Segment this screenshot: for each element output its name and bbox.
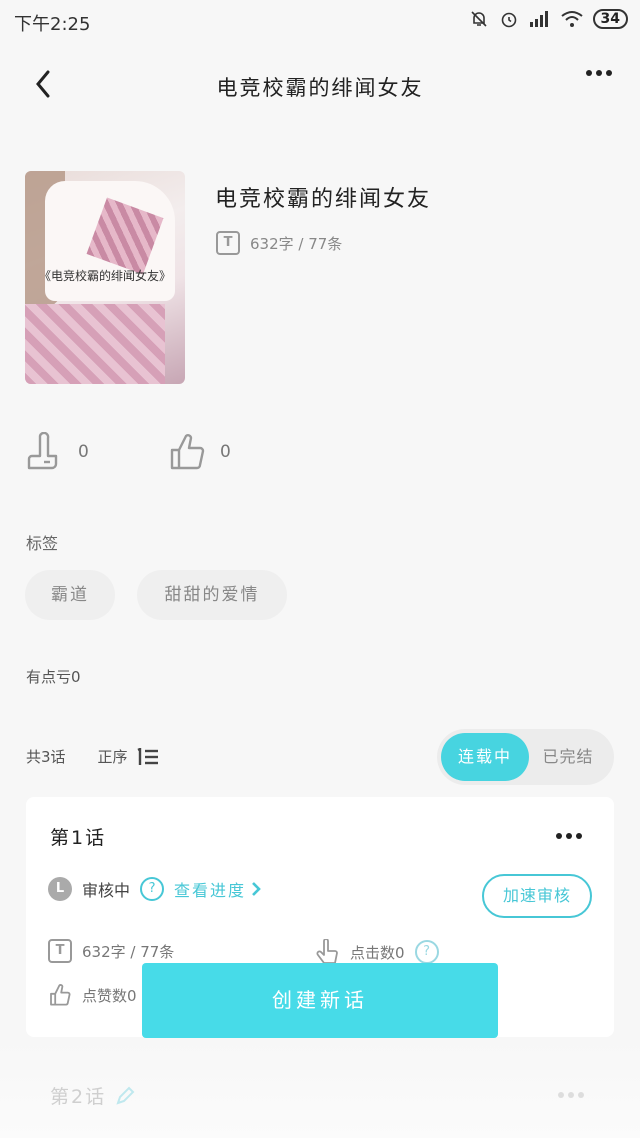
speed-review-button[interactable]: 加速审核 [482,874,592,918]
chevron-right-icon [252,882,261,896]
status-badge: L [48,877,72,901]
page-title: 电竞校霸的绯闻女友 [216,76,424,100]
review-status: 审核中 [82,881,131,900]
like-count-label: 点赞数0 [82,986,137,1005]
view-progress-label: 查看进度 [174,881,247,900]
thumbs-up-icon [170,434,205,470]
battery-indicator: 34 [592,9,628,29]
episode-count: 共3话 [26,748,66,766]
help-icon[interactable]: ? [140,877,165,901]
sort-label: 正序 [97,748,128,766]
thumbs-down-icon [27,432,58,470]
sort-order-icon [137,747,158,765]
wifi-icon [560,11,583,27]
points-text: 有点亏0 [26,668,81,686]
episode-more-button[interactable] [556,833,582,839]
tag-chip[interactable]: 甜甜的爱情 [137,570,287,620]
episode-meta: T 632字 / 77条 [48,939,174,963]
status-time: 下午2:25 [14,14,91,35]
episode-2-title: 第2话 [50,1086,107,1108]
episode-title: 第1话 [50,827,107,849]
review-status-row: L 审核中 ? 查看进度 [48,877,262,901]
pencil-icon[interactable] [114,1085,136,1107]
signal-icon [529,11,548,27]
tags-label: 标签 [26,534,59,553]
cover-caption: 《电竞校霸的绯闻女友》 [38,269,171,283]
mute-bell-icon [470,11,487,27]
tag-chip[interactable]: 霸道 [25,570,115,620]
nav-bar: 电竞校霸的绯闻女友 [0,56,640,116]
more-options-button[interactable] [586,70,612,76]
toggle-completed[interactable]: 已完结 [528,733,608,781]
click-count: 点击数0 [350,943,405,962]
episode-word-count: 632字 / 77条 [82,942,175,961]
thumbs-up-icon [50,984,71,1006]
like-button[interactable]: 0 [168,432,310,472]
episode-likes: 点赞数0 [48,983,137,1007]
alarm-icon [501,12,516,28]
book-word-count: 632字 / 77条 [250,234,343,253]
episode-2-title-row: 第2话 [50,1082,136,1109]
help-icon[interactable]: ? [414,940,439,964]
book-meta: T 632字 / 77条 [216,231,342,255]
dislike-count: 0 [78,442,89,462]
book-cover[interactable]: 《电竞校霸的绯闻女友》 [25,171,185,384]
episode-clicks: 点击数0 ? [316,939,439,965]
dislike-button[interactable]: 0 [26,432,168,472]
text-icon: T [216,231,240,255]
sort-button[interactable]: 正序 [98,746,160,767]
reaction-row: 0 0 [26,432,310,472]
book-title: 电竞校霸的绯闻女友 [215,187,432,212]
status-icons: 34 [469,9,628,29]
tap-icon [316,939,338,964]
like-count: 0 [220,442,231,462]
status-toggle: 连载中 已完结 [437,729,614,785]
toggle-serializing[interactable]: 连载中 [441,733,529,781]
status-bar: 下午2:25 34 [0,0,640,44]
view-progress-link[interactable]: 查看进度 [174,877,262,901]
create-episode-button[interactable]: 创建新话 [142,963,498,1038]
episode-list-header: 共3话 正序 [26,746,160,767]
back-chevron-icon[interactable] [28,64,68,104]
text-icon: T [48,939,72,963]
episode-2-more-button[interactable] [558,1092,584,1098]
